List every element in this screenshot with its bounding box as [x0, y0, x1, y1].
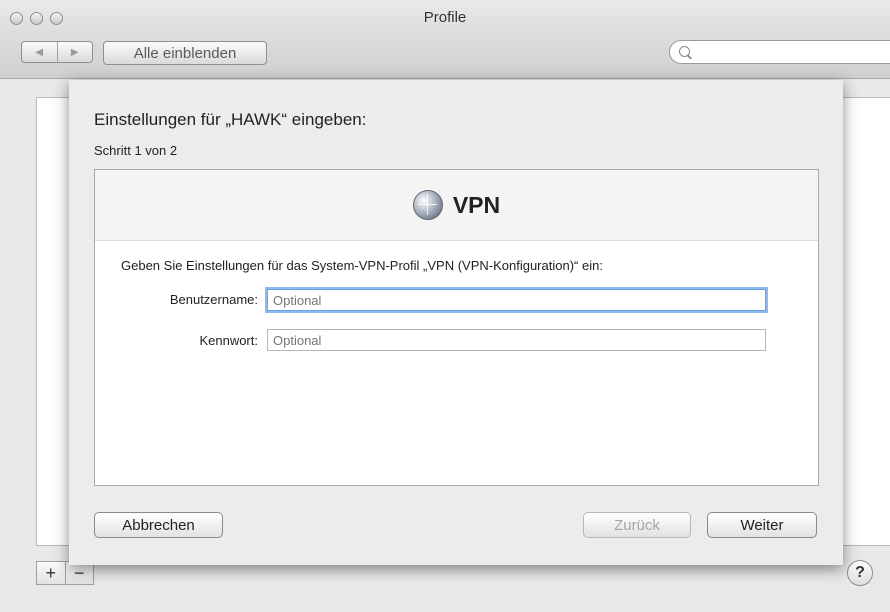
help-button[interactable]: ?: [847, 560, 873, 586]
section-title: VPN: [452, 191, 501, 218]
search-icon: [679, 46, 690, 57]
profile-list[interactable]: [36, 97, 72, 546]
cancel-button[interactable]: Abbrechen: [94, 512, 223, 538]
username-label: Benutzername:: [169, 292, 258, 307]
settings-sheet: Einstellungen für „HAWK“ eingeben: Schri…: [69, 80, 843, 565]
window-title: Profile: [423, 9, 467, 26]
globe-icon: [412, 190, 443, 220]
remove-button[interactable]: −: [66, 562, 94, 584]
forward-arrow-icon[interactable]: ▶: [58, 42, 93, 62]
profile-detail-pane: [842, 97, 890, 546]
step-indicator: Schritt 1 von 2: [94, 143, 178, 158]
vpn-settings-panel: VPN Geben Sie Einstellungen für das Syst…: [94, 169, 819, 486]
back-forward-control[interactable]: ◀ ▶: [21, 41, 93, 63]
show-all-button[interactable]: Alle einblenden: [103, 41, 267, 65]
password-label: Kennwort:: [199, 333, 258, 348]
add-button[interactable]: +: [37, 562, 66, 584]
vpn-panel-header: VPN: [95, 170, 818, 241]
sheet-title: Einstellungen für „HAWK“ eingeben:: [94, 110, 367, 129]
window-titlebar: Profile ◀ ▶ Alle einblenden: [0, 0, 890, 79]
search-field[interactable]: [669, 40, 890, 64]
next-button[interactable]: Weiter: [707, 512, 817, 538]
username-field[interactable]: [267, 289, 766, 311]
back-button[interactable]: Zurück: [583, 512, 691, 538]
back-arrow-icon[interactable]: ◀: [22, 42, 58, 62]
password-field[interactable]: [267, 329, 766, 351]
description-text: Geben Sie Einstellungen für das System-V…: [121, 258, 603, 273]
